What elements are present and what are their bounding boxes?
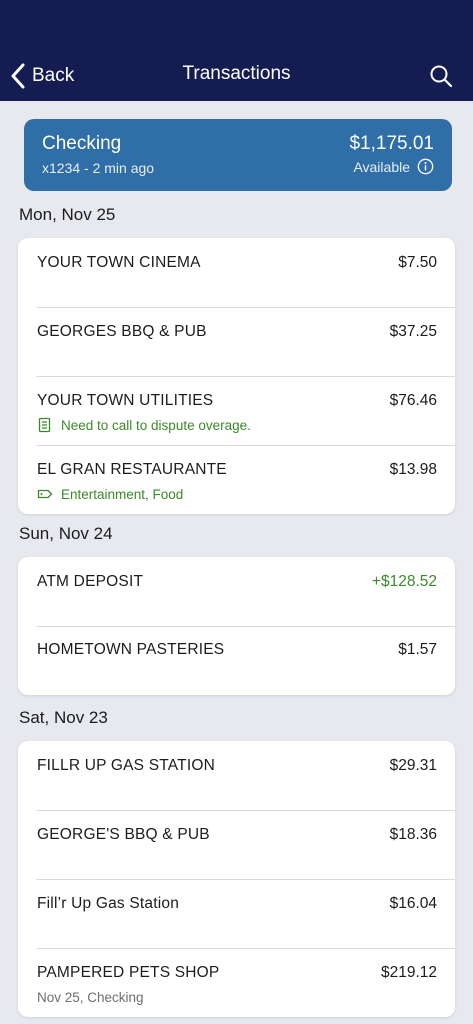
transactions-card: YOUR TOWN CINEMA $7.50 GEORGES BBQ & PUB… [18, 238, 455, 514]
transaction-amount: $1.57 [398, 641, 437, 658]
merchant-name: GEORGES BBQ & PUB [37, 323, 207, 340]
account-name: Checking [42, 133, 122, 154]
account-subtitle: x1234 - 2 min ago [42, 160, 155, 176]
transaction-tags: Entertainment, Food [37, 486, 183, 502]
transaction-row[interactable]: HOMETOWN PASTERIES $1.57 [18, 626, 455, 695]
tags-text: Entertainment, Food [61, 486, 184, 502]
transaction-row[interactable]: GEORGES BBQ & PUB $37.25 [18, 307, 455, 376]
account-card[interactable]: Checking x1234 - 2 min ago $1,175.01 Ava… [24, 119, 452, 191]
transaction-amount: $13.98 [389, 461, 437, 478]
transaction-row[interactable]: GEORGE'S BBQ & PUB $18.36 [18, 810, 455, 879]
merchant-name: HOMETOWN PASTERIES [37, 641, 225, 658]
transaction-amount: $219.12 [380, 964, 437, 981]
page-title: Transactions [182, 63, 291, 84]
search-icon[interactable] [429, 64, 453, 88]
transaction-row[interactable]: Fill’r Up Gas Station $16.04 [18, 879, 455, 948]
date-header: Sat, Nov 23 [19, 708, 108, 727]
transaction-row[interactable]: FILLR UP GAS STATION $29.31 [18, 741, 455, 810]
transaction-detail: Nov 25, Checking [37, 990, 144, 1005]
transactions-card: ATM DEPOSIT +$128.52 HOMETOWN PASTERIES … [18, 557, 455, 695]
transaction-row[interactable]: PAMPERED PETS SHOP $219.12 Nov 25, Check… [18, 948, 455, 1017]
merchant-name: Fill’r Up Gas Station [37, 895, 180, 912]
note-icon [38, 417, 51, 433]
merchant-name: EL GRAN RESTAURANTE [37, 461, 227, 478]
merchant-name: YOUR TOWN CINEMA [37, 254, 201, 271]
transaction-row[interactable]: YOUR TOWN UTILITIES $76.46 Need to call … [18, 376, 455, 445]
available-label: Available [353, 158, 434, 175]
date-header: Mon, Nov 25 [19, 205, 116, 224]
merchant-name: PAMPERED PETS SHOP [37, 964, 220, 981]
nav-header: Back Transactions [0, 0, 473, 101]
transaction-amount: $29.31 [389, 757, 437, 774]
transaction-row[interactable]: ATM DEPOSIT +$128.52 [18, 557, 455, 626]
transaction-amount: $37.25 [389, 323, 437, 340]
merchant-name: ATM DEPOSIT [37, 573, 144, 590]
merchant-name: GEORGE'S BBQ & PUB [37, 826, 210, 843]
transaction-amount: $76.46 [389, 392, 437, 409]
note-text: Need to call to dispute overage. [61, 417, 251, 433]
transaction-amount: +$128.52 [371, 573, 437, 590]
transaction-amount: $16.04 [389, 895, 437, 912]
merchant-name: YOUR TOWN UTILITIES [37, 392, 214, 409]
transactions-card: FILLR UP GAS STATION $29.31 GEORGE'S BBQ… [18, 741, 455, 1017]
transaction-note: Need to call to dispute overage. [37, 417, 251, 433]
transaction-amount: $18.36 [389, 826, 437, 843]
transaction-row[interactable]: YOUR TOWN CINEMA $7.50 [18, 238, 455, 307]
available-text: Available [353, 158, 410, 175]
transaction-row[interactable]: EL GRAN RESTAURANTE $13.98 Entertainment… [18, 445, 455, 514]
merchant-name: FILLR UP GAS STATION [37, 757, 215, 774]
info-icon[interactable] [417, 158, 434, 175]
account-balance: $1,175.01 [349, 133, 434, 154]
tag-icon [37, 489, 53, 499]
transaction-amount: $7.50 [398, 254, 437, 271]
date-header: Sun, Nov 24 [19, 524, 113, 543]
